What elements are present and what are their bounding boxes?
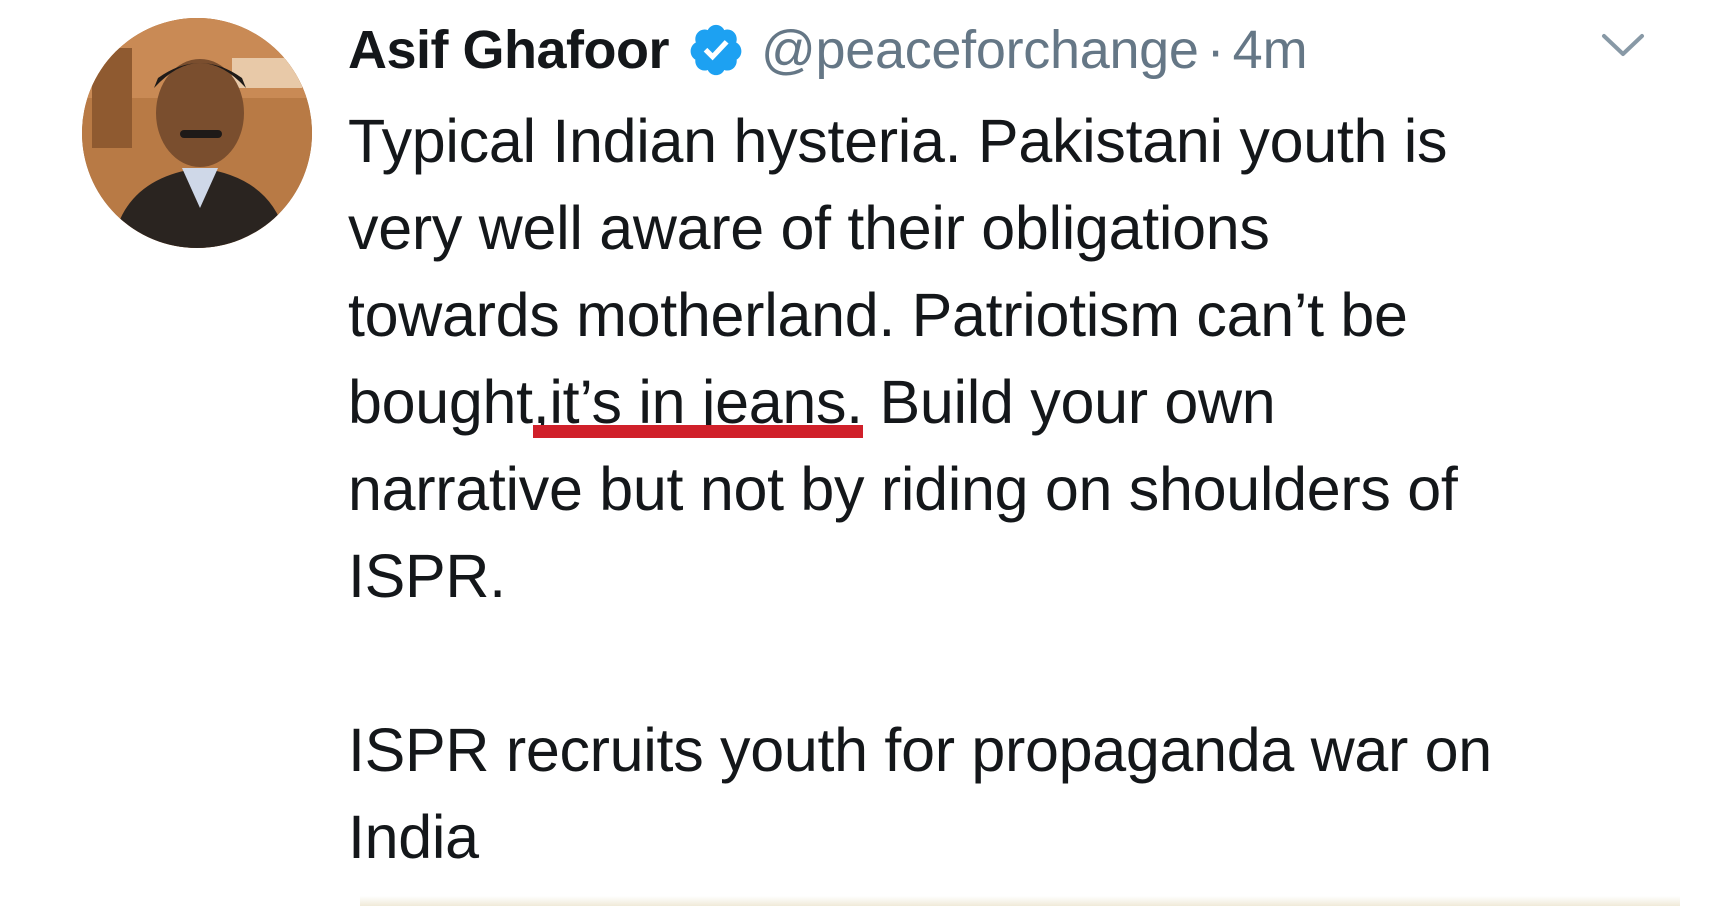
tweet-text-line: narrative but not by riding on shoulders… [348, 455, 1458, 523]
tweet-text-line: bought,it’s in jeans. Build your own [348, 359, 1688, 446]
tweet-text-line: Typical Indian hysteria. Pakistani youth… [348, 107, 1448, 175]
author-name[interactable]: Asif Ghafoor [348, 10, 670, 90]
chevron-down-icon[interactable] [1600, 30, 1646, 60]
tweet-header: Asif Ghafoor @peaceforchange · 4m [348, 10, 1308, 90]
avatar-photo [82, 18, 312, 248]
author-handle[interactable]: @peaceforchange [761, 10, 1199, 90]
tweet-text-line: towards motherland. Patriotism can’t be [348, 281, 1408, 349]
tweet-text-line: ISPR. [348, 542, 506, 610]
tweet-text-line: ISPR recruits youth for propaganda war o… [348, 716, 1492, 784]
highlighted-phrase: ,it’s in jeans. [532, 368, 863, 438]
tweet-text: Typical Indian hysteria. Pakistani youth… [348, 98, 1688, 881]
tweet-text-segment: bought [348, 368, 533, 436]
tweet-text-line: very well aware of their obligations [348, 194, 1270, 262]
red-underline [532, 425, 863, 438]
bottom-edge [360, 896, 1680, 906]
tweet: Asif Ghafoor @peaceforchange · 4m Typica… [0, 0, 1723, 906]
header-separator: · [1206, 20, 1225, 80]
avatar[interactable] [82, 18, 312, 248]
tweet-text-line: India [348, 803, 479, 871]
verified-badge-icon [687, 21, 745, 79]
tweet-text-segment: Build your own [862, 368, 1276, 436]
tweet-timestamp[interactable]: 4m [1233, 10, 1308, 90]
